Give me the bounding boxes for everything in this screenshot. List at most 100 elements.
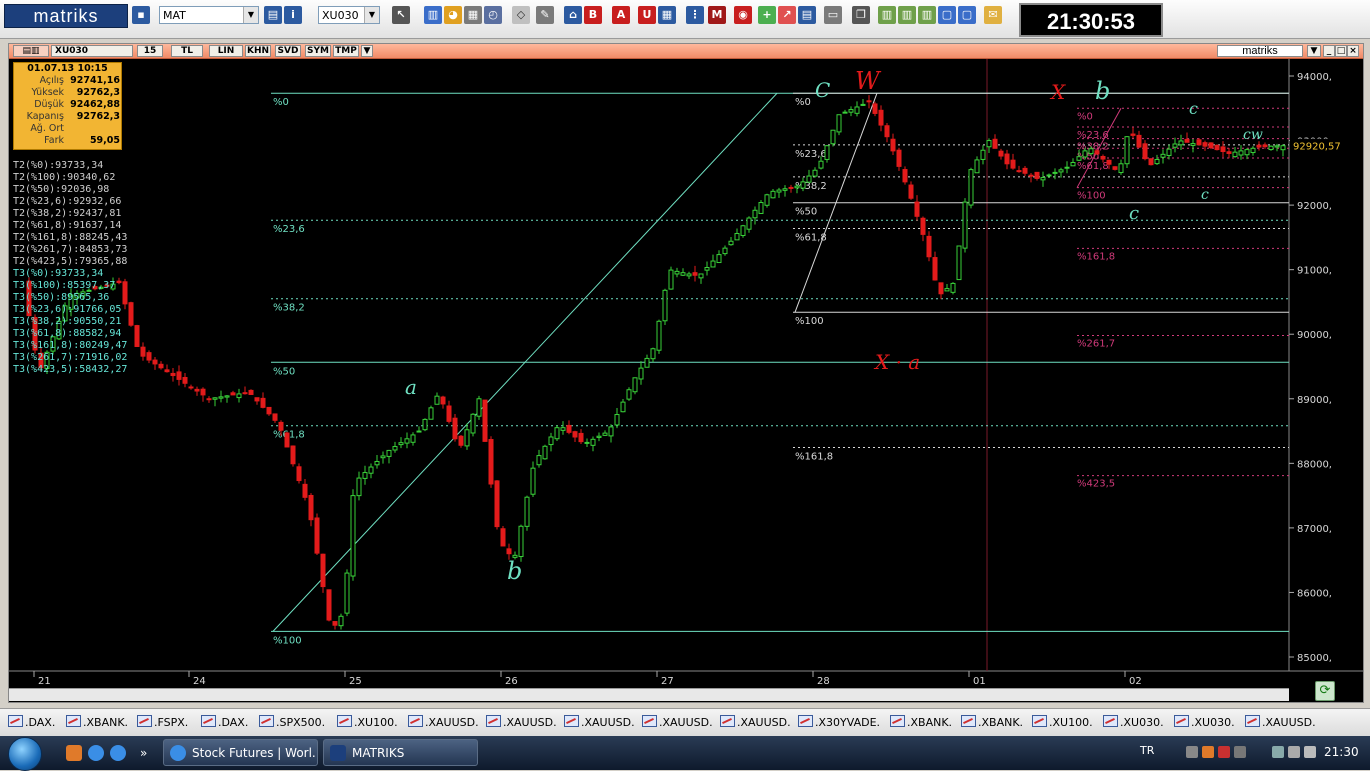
symbol-tab[interactable]: .XAUUSD.: [720, 715, 791, 731]
svd-button[interactable]: SVD: [275, 45, 301, 57]
symbol-tab[interactable]: .XU030.: [1103, 715, 1164, 731]
taskbar-app-matriks[interactable]: MATRIKS: [323, 739, 478, 766]
window-menu-icon[interactable]: ▤▥: [13, 45, 49, 57]
candle-body: [566, 424, 572, 433]
chart-small-icon-3[interactable]: ▥: [918, 6, 936, 24]
trend-icon[interactable]: ↗: [778, 6, 796, 24]
symbol-tab[interactable]: .SPX500.: [259, 715, 325, 731]
info-icon[interactable]: i: [284, 6, 302, 24]
sym-button[interactable]: SYM: [305, 45, 331, 57]
chart-symbol-field[interactable]: XU030: [51, 45, 133, 57]
chart-small-icon-2[interactable]: ▥: [898, 6, 916, 24]
fib-value-item: T3(%261,7):71916,02: [13, 352, 128, 363]
symbol-tab-label: .XBANK.: [907, 716, 953, 729]
open-icon[interactable]: ▤: [264, 6, 282, 24]
speaker-icon[interactable]: [1304, 746, 1316, 758]
plus-chart-icon[interactable]: +: [758, 6, 776, 24]
fib-value-item: T3(%0):93733,34: [13, 268, 104, 279]
monitor-icon-2[interactable]: ▢: [958, 6, 976, 24]
symbol-combo[interactable]: XU030 ▼: [318, 6, 380, 24]
mail-icon[interactable]: ✉: [984, 6, 1002, 24]
start-button[interactable]: [8, 737, 42, 771]
cursor-icon[interactable]: ↖: [392, 6, 410, 24]
show-desktop-icon[interactable]: [66, 745, 82, 761]
candle-body: [1196, 139, 1202, 146]
tray-icon[interactable]: [1202, 746, 1214, 758]
symbol-tab-label: .XU100.: [1049, 716, 1093, 729]
symbol-tab[interactable]: .XBANK.: [961, 715, 1023, 731]
candle-body: [1178, 140, 1184, 146]
fib-value-item: T3(%423,5):58432,27: [13, 364, 128, 375]
chevron-down-icon[interactable]: ▼: [361, 45, 373, 57]
candle-body: [578, 432, 584, 443]
dots-icon[interactable]: ⋮: [686, 6, 704, 24]
candle-body: [356, 477, 362, 497]
taskbar-app-browser[interactable]: Stock Futures | Worl...: [163, 739, 318, 766]
taskbar-clock: 21:30: [1324, 745, 1359, 759]
price-chart[interactable]: 94000,93000,92000,91000,90000,89000,8800…: [9, 59, 1363, 687]
candle-body: [1274, 145, 1280, 148]
refresh-icon[interactable]: ⟳: [1315, 681, 1335, 701]
symbol-tab[interactable]: .XU100.: [337, 715, 398, 731]
period-button[interactable]: 15: [137, 45, 163, 57]
pie-icon[interactable]: ◕: [444, 6, 462, 24]
chart-icon[interactable]: ▥: [424, 6, 442, 24]
close-icon[interactable]: ×: [1347, 45, 1359, 57]
symbol-tab[interactable]: .FSPX.: [137, 715, 188, 731]
tl-button[interactable]: TL: [171, 45, 203, 57]
lin-button[interactable]: LIN: [209, 45, 243, 57]
candle-body: [608, 426, 614, 437]
letter-m-icon[interactable]: M: [708, 6, 726, 24]
eye-icon[interactable]: ◉: [734, 6, 752, 24]
candle-body: [974, 159, 980, 174]
symbol-tab[interactable]: .XAUUSD.: [564, 715, 635, 731]
letter-u-icon[interactable]: U: [638, 6, 656, 24]
save-icon[interactable]: ▪: [132, 6, 150, 24]
tray-icon[interactable]: [1234, 746, 1246, 758]
symbol-tab[interactable]: .DAX.: [201, 715, 248, 731]
minimize-icon[interactable]: _: [1323, 45, 1335, 57]
symbol-tab[interactable]: .XBANK.: [890, 715, 952, 731]
symbol-tab[interactable]: .XAUUSD.: [486, 715, 557, 731]
bold-b-icon[interactable]: B: [584, 6, 602, 24]
khn-button[interactable]: KHN: [245, 45, 271, 57]
horizontal-scrollbar[interactable]: [9, 688, 1289, 701]
grid-icon[interactable]: ▦: [658, 6, 676, 24]
letter-a-icon[interactable]: A: [612, 6, 630, 24]
fib-value-item: T2(%50):92036,98: [13, 184, 110, 195]
home-icon[interactable]: ⌂: [564, 6, 582, 24]
symbol-tab[interactable]: .XAUUSD.: [642, 715, 713, 731]
chevron-down-icon[interactable]: ▼: [1307, 45, 1321, 57]
candle-body: [1082, 150, 1088, 158]
ie-icon[interactable]: [88, 745, 104, 761]
cascade-icon[interactable]: ❐: [852, 6, 870, 24]
symbol-tab[interactable]: .DAX.: [8, 715, 55, 731]
tmp-button[interactable]: TMP: [333, 45, 359, 57]
layout-icon[interactable]: ◇: [512, 6, 530, 24]
symbol-tab[interactable]: .X30YVADE.: [798, 715, 880, 731]
symbol-tab[interactable]: .XU030.: [1174, 715, 1235, 731]
network-icon[interactable]: [1272, 746, 1284, 758]
tool-icon[interactable]: ✎: [536, 6, 554, 24]
gauge-icon[interactable]: ◴: [484, 6, 502, 24]
table-icon[interactable]: ▦: [464, 6, 482, 24]
maximize-icon[interactable]: □: [1335, 45, 1347, 57]
news-icon[interactable]: ▤: [798, 6, 816, 24]
tray-icon[interactable]: [1218, 746, 1230, 758]
symbol-tab[interactable]: .XU100.: [1032, 715, 1093, 731]
ie-icon-2[interactable]: [110, 745, 126, 761]
symbol-tab[interactable]: .XAUUSD.: [408, 715, 479, 731]
symbol-tab[interactable]: .XBANK.: [66, 715, 128, 731]
symbol-tab[interactable]: .XAUUSD.: [1245, 715, 1316, 731]
mode-combo[interactable]: MAT ▼: [159, 6, 259, 24]
tray-icon[interactable]: [1186, 746, 1198, 758]
volume-icon[interactable]: [1288, 746, 1300, 758]
chart-small-icon[interactable]: ▥: [878, 6, 896, 24]
monitor-icon[interactable]: ▢: [938, 6, 956, 24]
chevron-right-icon[interactable]: »: [140, 745, 156, 761]
ohlc-value: 92762,3: [76, 111, 120, 122]
language-indicator[interactable]: TR: [1140, 744, 1154, 757]
candle-body: [890, 138, 896, 152]
window-icon[interactable]: ▭: [824, 6, 842, 24]
candle-body: [854, 106, 860, 114]
